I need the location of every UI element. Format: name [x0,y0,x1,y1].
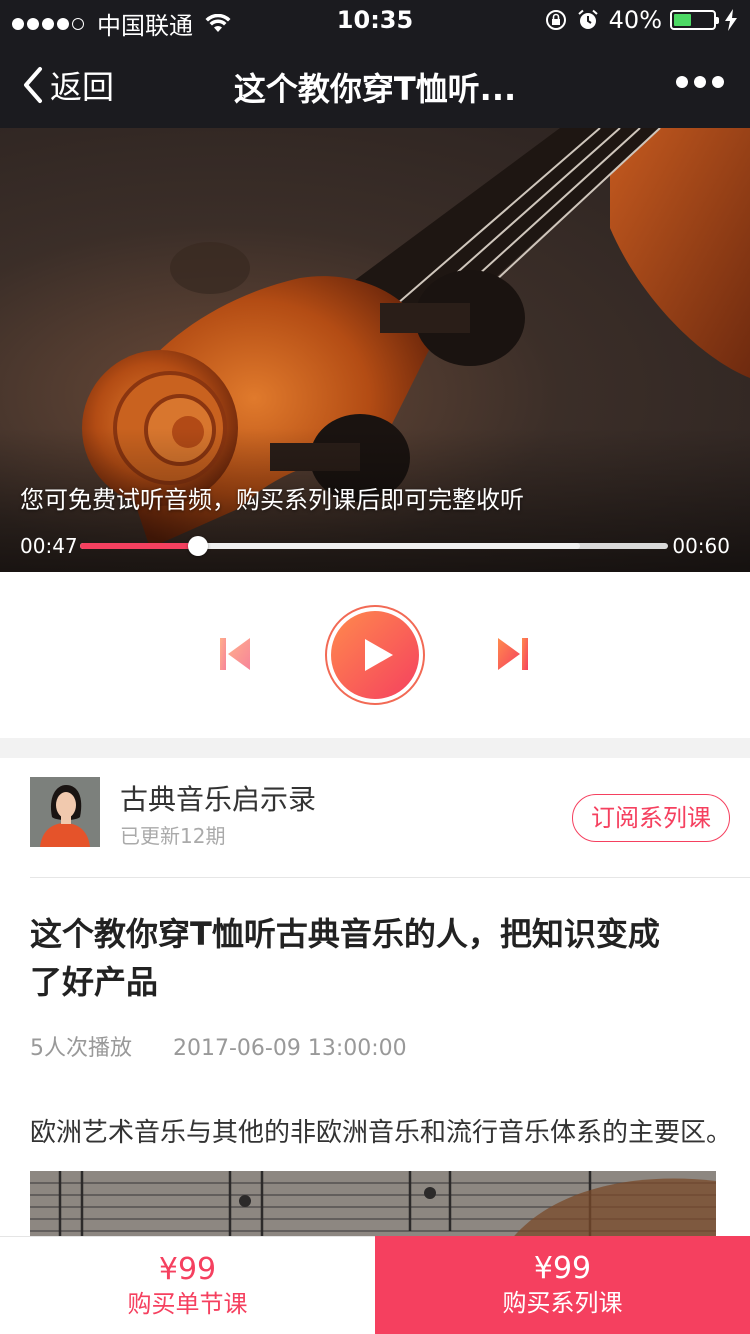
played-bar [80,543,198,549]
publish-datetime: 2017-06-09 13:00:00 [173,1036,407,1061]
article-meta: 5人次播放 2017-06-09 13:00:00 [30,1030,441,1062]
section-spacer [0,738,750,758]
purchase-bar: ¥99 购买单节课 ¥99 购买系列课 [0,1236,750,1334]
more-dots-icon[interactable] [670,76,724,88]
next-track-icon[interactable] [496,636,530,672]
article-title: 这个教你穿T恤听古典音乐的人，把知识变成了好产品 [30,915,660,1001]
buy-series-button[interactable]: ¥99 购买系列课 [375,1236,750,1334]
play-button[interactable] [325,605,425,705]
progress-slider[interactable] [80,536,668,556]
avatar [30,777,100,847]
chevron-left-icon [24,67,42,103]
divider [30,877,750,878]
play-icon [365,639,393,671]
player-controls [0,572,750,738]
series-updated: 已更新12期 [120,824,226,848]
sheet-music-image [30,1171,716,1241]
buy-single-lesson-button[interactable]: ¥99 购买单节课 [0,1236,375,1334]
single-price: ¥99 [158,1252,217,1287]
page-title: 这个教你穿T恤听... [233,70,517,108]
back-label: 返回 [50,68,115,106]
charging-icon [725,9,737,31]
subscribe-button[interactable]: 订阅系列课 [572,794,730,842]
play-count: 5人次播放 [30,1036,132,1061]
battery-icon [670,10,719,30]
trial-notice: 您可免费试听音频，购买系列课后即可完整收听 [20,486,524,514]
audio-cover: 您可免费试听音频，购买系列课后即可完整收听 00:47 00:60 [0,128,750,572]
battery-percent: 40% [608,6,662,34]
series-label: 购买系列课 [502,1289,623,1317]
previous-track-icon[interactable] [218,636,252,672]
status-bar: 中国联通 10:35 40% [0,0,750,40]
series-title[interactable]: 古典音乐启示录 [120,778,316,818]
article-excerpt: 欧洲艺术音乐与其他的非欧洲音乐和流行音乐体系的主要区。 [30,1118,733,1148]
navigation-bar: 返回 这个教你穿T恤听... [0,40,750,128]
current-time: 00:47 [20,534,78,558]
rotation-lock-icon [545,10,566,30]
series-info: 古典音乐启示录 已更新12期 订阅系列课 [0,758,750,878]
status-right: 40% [545,6,738,34]
total-time: 00:60 [672,534,730,558]
progress-thumb[interactable] [187,536,208,556]
single-label: 购买单节课 [127,1290,248,1318]
series-price: ¥99 [533,1251,592,1286]
back-button[interactable]: 返回 [20,62,114,108]
alarm-icon [577,9,598,29]
